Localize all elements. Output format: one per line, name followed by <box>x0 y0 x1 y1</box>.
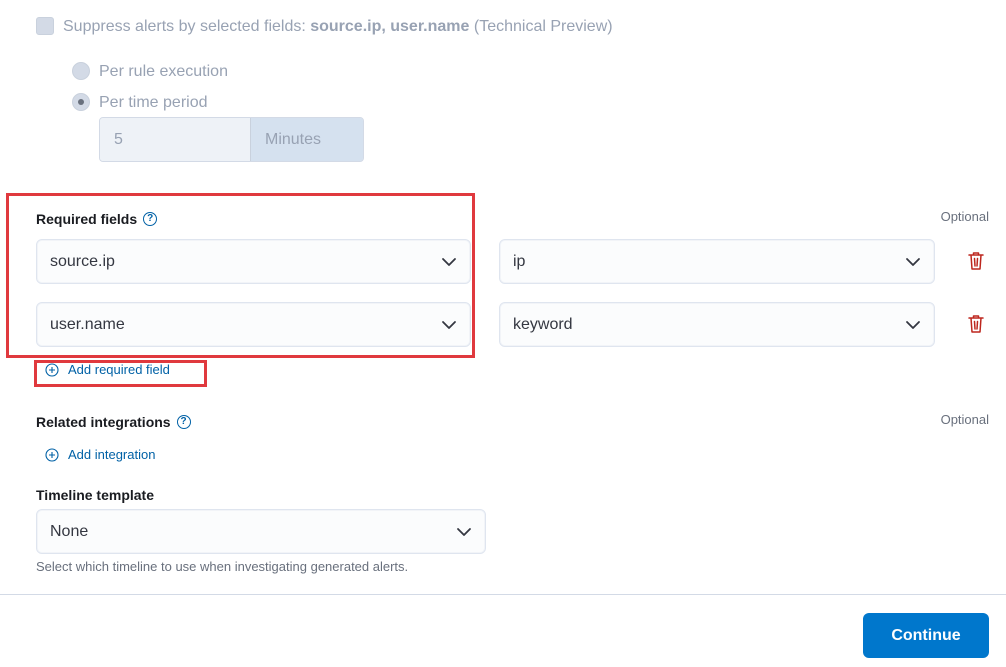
suppress-suffix: (Technical Preview) <box>469 18 613 35</box>
footer-divider <box>0 594 1006 595</box>
related-integrations-optional: Optional <box>940 412 989 427</box>
chevron-down-icon <box>442 320 456 329</box>
radio-per-rule-execution-label: Per rule execution <box>99 63 228 80</box>
required-field-name-select[interactable]: source.ip <box>36 239 471 284</box>
continue-button[interactable]: Continue <box>863 613 989 658</box>
add-required-field-button[interactable]: Add required field <box>45 362 170 377</box>
suppress-alerts-checkbox[interactable] <box>36 17 54 35</box>
related-integrations-label: Related integrations ? <box>36 414 191 430</box>
plus-circle-icon <box>45 447 59 462</box>
radio-per-time-period-label: Per time period <box>99 94 208 111</box>
timeline-template-select[interactable]: None <box>36 509 486 554</box>
chevron-down-icon <box>906 257 920 266</box>
trash-icon[interactable] <box>966 313 986 335</box>
chevron-down-icon <box>906 320 920 329</box>
related-integrations-label-text: Related integrations <box>36 414 171 430</box>
question-circle-icon[interactable]: ? <box>143 212 158 226</box>
duration-unit-select[interactable]: Minutes <box>250 118 363 161</box>
duration-value-input[interactable]: 5 <box>100 118 250 161</box>
required-field-name-value: source.ip <box>50 252 115 270</box>
required-field-type-value: ip <box>513 252 526 270</box>
required-fields-optional: Optional <box>940 209 989 224</box>
required-field-name-select[interactable]: user.name <box>36 302 471 347</box>
add-integration-button[interactable]: Add integration <box>45 447 155 462</box>
radio-per-rule-execution[interactable] <box>72 62 90 80</box>
required-fields-label-text: Required fields <box>36 211 138 227</box>
suppress-prefix: Suppress alerts by selected fields: <box>63 18 311 35</box>
required-field-name-value: user.name <box>50 315 125 333</box>
plus-circle-icon <box>45 362 59 377</box>
timeline-template-value: None <box>50 522 89 540</box>
timeline-template-help: Select which timeline to use when invest… <box>36 559 409 574</box>
question-circle-icon[interactable]: ? <box>176 415 191 429</box>
timeline-template-label: Timeline template <box>36 487 155 503</box>
suppress-alerts-label: Suppress alerts by selected fields: sour… <box>63 18 613 36</box>
add-integration-label: Add integration <box>68 447 156 462</box>
chevron-down-icon <box>442 257 456 266</box>
required-field-type-select[interactable]: ip <box>499 239 935 284</box>
add-required-field-label: Add required field <box>68 362 170 377</box>
required-field-type-value: keyword <box>513 315 573 333</box>
chevron-down-icon <box>457 527 471 536</box>
required-field-type-select[interactable]: keyword <box>499 302 935 347</box>
trash-icon[interactable] <box>966 250 986 272</box>
suppress-fields: source.ip, user.name <box>310 18 470 35</box>
required-fields-label: Required fields ? <box>36 211 158 227</box>
suppression-duration: 5 Minutes <box>99 117 364 162</box>
radio-per-time-period[interactable] <box>72 93 90 111</box>
